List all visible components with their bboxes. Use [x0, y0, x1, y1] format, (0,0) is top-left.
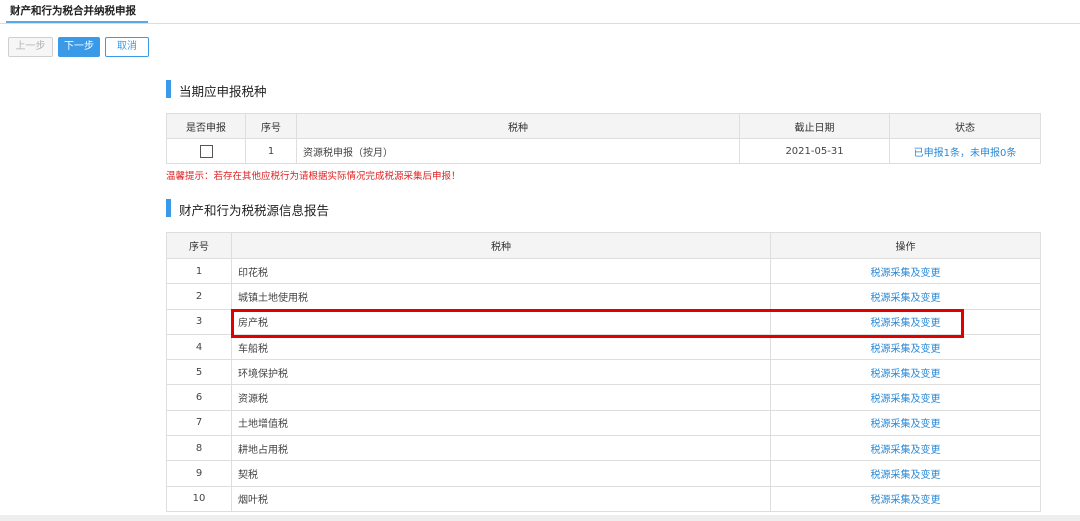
column-header-tax: 税种	[231, 232, 771, 259]
collect-change-link[interactable]: 税源采集及变更	[770, 359, 1041, 386]
column-header-status: 状态	[889, 113, 1041, 139]
tax-cell: 环境保护税	[231, 359, 771, 386]
column-header-seq: 序号	[245, 113, 297, 139]
section-title: 当期应申报税种	[179, 84, 267, 99]
prev-step-button[interactable]: 上一步	[8, 37, 53, 57]
tax-cell: 资源税申报（按月）	[296, 138, 740, 164]
column-header-deadline: 截止日期	[739, 113, 890, 139]
table-row: 1 印花税 税源采集及变更	[166, 257, 1041, 285]
cancel-button[interactable]: 取消	[105, 37, 149, 57]
table-row: 10 烟叶税 税源采集及变更	[166, 485, 1041, 512]
seq-cell: 3	[166, 308, 232, 335]
section-accent-bar	[166, 199, 171, 217]
table-row: 5 环境保护税 税源采集及变更	[166, 359, 1041, 386]
tax-cell: 契税	[231, 460, 771, 487]
tax-cell: 耕地占用税	[231, 435, 771, 462]
warning-tip: 温馨提示：若存在其他应税行为请根据实际情况完成税源采集后申报！	[166, 171, 461, 182]
bottom-strip	[0, 515, 1080, 521]
table-row: 7 土地增值税 税源采集及变更	[166, 409, 1041, 437]
seq-cell: 1	[166, 257, 232, 285]
table-row: 1 资源税申报（按月） 2021-05-31 已申报1条，未申报0条	[166, 138, 1041, 164]
deadline-cell: 2021-05-31	[739, 138, 890, 164]
seq-cell: 7	[166, 409, 232, 437]
collect-change-link[interactable]: 税源采集及变更	[770, 308, 1041, 335]
tax-cell: 印花税	[231, 257, 771, 285]
collect-change-link[interactable]: 税源采集及变更	[770, 460, 1041, 487]
tax-cell: 车船税	[231, 333, 771, 361]
table-row: 8 耕地占用税 税源采集及变更	[166, 435, 1041, 462]
tab-title[interactable]: 财产和行为税合并纳税申报	[10, 3, 136, 18]
collect-change-link[interactable]: 税源采集及变更	[770, 257, 1041, 285]
collect-change-link[interactable]: 税源采集及变更	[770, 333, 1041, 361]
collect-change-link[interactable]: 税源采集及变更	[770, 384, 1041, 411]
column-header-action: 操作	[770, 232, 1041, 259]
table-row: 3 房产税 税源采集及变更	[166, 308, 1041, 335]
top-tab-bar: 财产和行为税合并纳税申报	[0, 0, 1080, 24]
section-accent-bar	[166, 80, 171, 98]
seq-cell: 9	[166, 460, 232, 487]
tax-cell: 房产税	[231, 308, 771, 335]
tax-cell: 土地增值税	[231, 409, 771, 437]
column-header-declare: 是否申报	[166, 113, 246, 139]
table-row: 6 资源税 税源采集及变更	[166, 384, 1041, 411]
collect-change-link[interactable]: 税源采集及变更	[770, 435, 1041, 462]
declare-checkbox[interactable]	[199, 144, 213, 158]
tax-cell: 资源税	[231, 384, 771, 411]
column-header-tax: 税种	[296, 113, 740, 139]
collect-change-link[interactable]: 税源采集及变更	[770, 409, 1041, 437]
seq-cell: 6	[166, 384, 232, 411]
column-header-seq: 序号	[166, 232, 232, 259]
seq-cell: 4	[166, 333, 232, 361]
current-taxes-table: 是否申报 序号 税种 截止日期 状态 1 资源税申报（按月） 2021-05-3…	[166, 113, 1041, 164]
seq-cell: 1	[245, 138, 297, 164]
next-step-button[interactable]: 下一步	[58, 37, 100, 57]
seq-cell: 10	[166, 485, 232, 512]
table-row: 2 城镇土地使用税 税源采集及变更	[166, 283, 1041, 310]
tax-cell: 烟叶税	[231, 485, 771, 512]
collect-change-link[interactable]: 税源采集及变更	[770, 283, 1041, 310]
declare-cell	[166, 138, 246, 164]
table-row: 4 车船税 税源采集及变更	[166, 333, 1041, 361]
section-title: 财产和行为税税源信息报告	[179, 203, 330, 218]
seq-cell: 2	[166, 283, 232, 310]
table-row: 9 契税 税源采集及变更	[166, 460, 1041, 487]
active-tab-indicator	[6, 21, 148, 23]
status-link[interactable]: 已申报1条，未申报0条	[889, 138, 1041, 164]
seq-cell: 8	[166, 435, 232, 462]
seq-cell: 5	[166, 359, 232, 386]
tax-cell: 城镇土地使用税	[231, 283, 771, 310]
collect-change-link[interactable]: 税源采集及变更	[770, 485, 1041, 512]
tax-source-table: 序号 税种 操作 1 印花税 税源采集及变更 2 城镇土地使用税 税源采集及变更…	[166, 232, 1041, 512]
